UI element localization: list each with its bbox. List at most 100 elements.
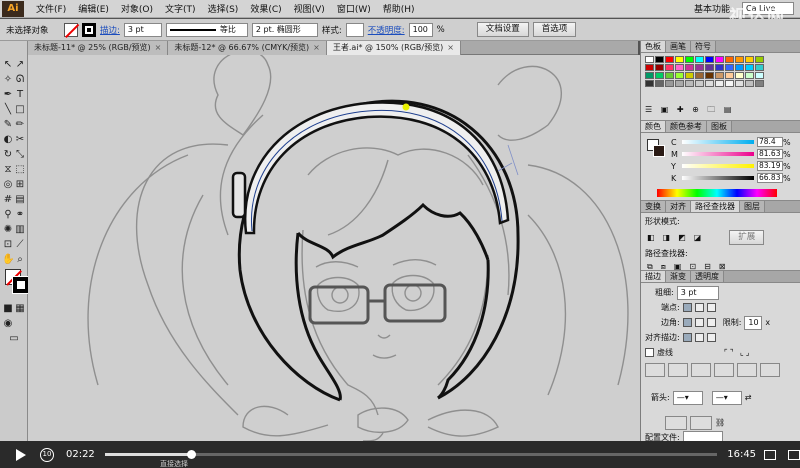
color-swatch[interactable] [745,64,754,71]
tab-layers[interactable]: 图层 [740,201,765,212]
slider-y[interactable]: Y 83.19% [641,160,800,172]
c-value-field[interactable]: 78.4 [757,137,783,147]
k-slider-bar[interactable] [682,176,754,180]
rotate-tool-icon[interactable]: ↻ [2,149,14,161]
divide-icon[interactable]: ⧉ [647,262,653,272]
blob-brush-icon[interactable]: ◐ [2,134,14,146]
tab-color-guide[interactable]: 颜色参考 [666,121,707,132]
tab-align[interactable]: 对齐 [666,201,691,212]
color-swatch[interactable] [695,72,704,79]
color-swatch[interactable] [655,80,664,87]
video-progress-track[interactable] [104,450,718,459]
opacity-field[interactable]: 100 [408,22,433,37]
color-swatch[interactable] [645,72,654,79]
color-swatch[interactable] [755,64,764,71]
video-progress-knob[interactable] [187,450,197,459]
direct-selection-tool-icon[interactable]: ↗ [14,59,26,71]
tab-stroke[interactable]: 描边 [641,271,666,282]
swap-arrows-icon[interactable]: ⇄ [745,393,752,402]
tab-transparency[interactable]: 透明度 [691,271,724,282]
paintbrush-icon[interactable]: ✎ [2,119,14,131]
color-swatch[interactable] [745,80,754,87]
pencil-icon[interactable]: ✏ [14,119,26,131]
color-swatch[interactable] [705,80,714,87]
document-setup-button[interactable]: 文档设置 [476,22,529,37]
tab-color-board[interactable]: 图板 [707,121,732,132]
color-swatch[interactable] [735,64,744,71]
color-swatch[interactable] [715,72,724,79]
align-outside-icon[interactable] [706,333,716,342]
close-icon[interactable]: × [155,43,162,52]
align-inside-icon[interactable] [694,333,704,342]
m-value-field[interactable]: 81.63 [757,149,783,159]
slider-k[interactable]: K 66.83% [641,172,800,184]
end-arrow-dropdown[interactable]: —▾ [711,390,742,405]
color-swatch[interactable] [725,80,734,87]
miter-limit-field[interactable]: 10 [744,315,763,330]
color-swatch[interactable] [755,56,764,63]
crop-icon[interactable]: ⊡ [689,262,696,272]
brush-definition[interactable]: 2 pt. 椭圆形 [251,22,318,37]
slice-tool-icon[interactable]: ⟋ [14,239,26,251]
tab-transform[interactable]: 变换 [641,201,666,212]
color-swatch[interactable] [715,64,724,71]
color-swatch[interactable] [645,80,654,87]
tab-gradient[interactable]: 渐变 [666,271,691,282]
color-swatch[interactable] [655,64,664,71]
dash-gap-fields[interactable] [641,360,800,380]
color-swatch[interactable] [705,56,714,63]
color-swatch[interactable] [685,64,694,71]
menu-edit[interactable]: 编辑(E) [72,2,115,15]
stroke-weight-dropdown[interactable]: 3 pt [676,285,719,300]
unite-icon[interactable]: ◧ [647,233,655,242]
arrow-scale-end[interactable] [690,415,712,430]
symbol-sprayer-icon[interactable]: ✺ [2,224,14,236]
close-icon[interactable]: × [447,43,454,52]
captions-icon[interactable] [764,449,777,460]
expand-button[interactable]: 扩展 [729,230,765,245]
hand-tool-icon[interactable]: ✋ [2,254,14,266]
draw-mode-icon[interactable]: ◉ [2,318,14,330]
stroke-swatch[interactable] [82,22,96,37]
preferences-button[interactable]: 首选项 [532,22,577,37]
magic-wand-icon[interactable]: ✧ [2,74,14,86]
round-cap-icon[interactable] [694,303,704,312]
miter-join-icon[interactable] [682,318,692,327]
tab-swatches[interactable]: 色板 [641,41,666,52]
free-transform-icon[interactable]: ⬚ [14,164,26,176]
scale-tool-icon[interactable]: ⤡ [14,149,26,161]
gradient-tool-icon[interactable]: ▤ [14,194,26,206]
color-mode-icon[interactable]: ■ [2,303,14,315]
color-swatch[interactable] [705,64,714,71]
color-swatch[interactable] [685,56,694,63]
color-swatch[interactable] [695,80,704,87]
dash-align-icons[interactable]: ⌜⌝ ⌞⌟ [724,348,752,357]
outline-icon[interactable]: ⊟ [704,262,711,272]
bevel-join-icon[interactable] [706,318,716,327]
doc-tab-3[interactable]: 王者.ai* @ 150% (RGB/预览) × [326,41,461,55]
color-swatch[interactable] [665,80,674,87]
zoom-tool-icon[interactable]: ⌕ [14,254,26,266]
menu-select[interactable]: 选择(S) [202,2,245,15]
exclude-icon[interactable]: ◪ [694,233,702,242]
y-slider-bar[interactable] [682,164,754,168]
color-swatch[interactable] [735,80,744,87]
color-swatch[interactable] [735,56,744,63]
color-swatch[interactable] [675,72,684,79]
color-swatch[interactable] [705,72,714,79]
fullscreen-icon[interactable] [788,449,800,460]
trim-icon[interactable]: ⧈ [661,262,666,272]
align-center-icon[interactable] [682,333,692,342]
gradient-mode-icon[interactable]: ▦ [14,303,26,315]
color-spectrum-bar[interactable] [657,189,777,197]
color-swatch[interactable] [645,56,654,63]
pen-tool-icon[interactable]: ✒ [2,89,14,101]
fill-swatch[interactable] [64,22,78,37]
opacity-link[interactable]: 不透明度: [368,24,405,36]
close-icon[interactable]: × [313,43,320,52]
column-graph-icon[interactable]: ▥ [14,224,26,236]
color-swatch[interactable] [755,72,764,79]
eraser-icon[interactable]: ✂ [14,134,26,146]
perspective-grid-icon[interactable]: ⊞ [14,179,26,191]
stroke-weight-field[interactable]: 3 pt [123,22,162,37]
